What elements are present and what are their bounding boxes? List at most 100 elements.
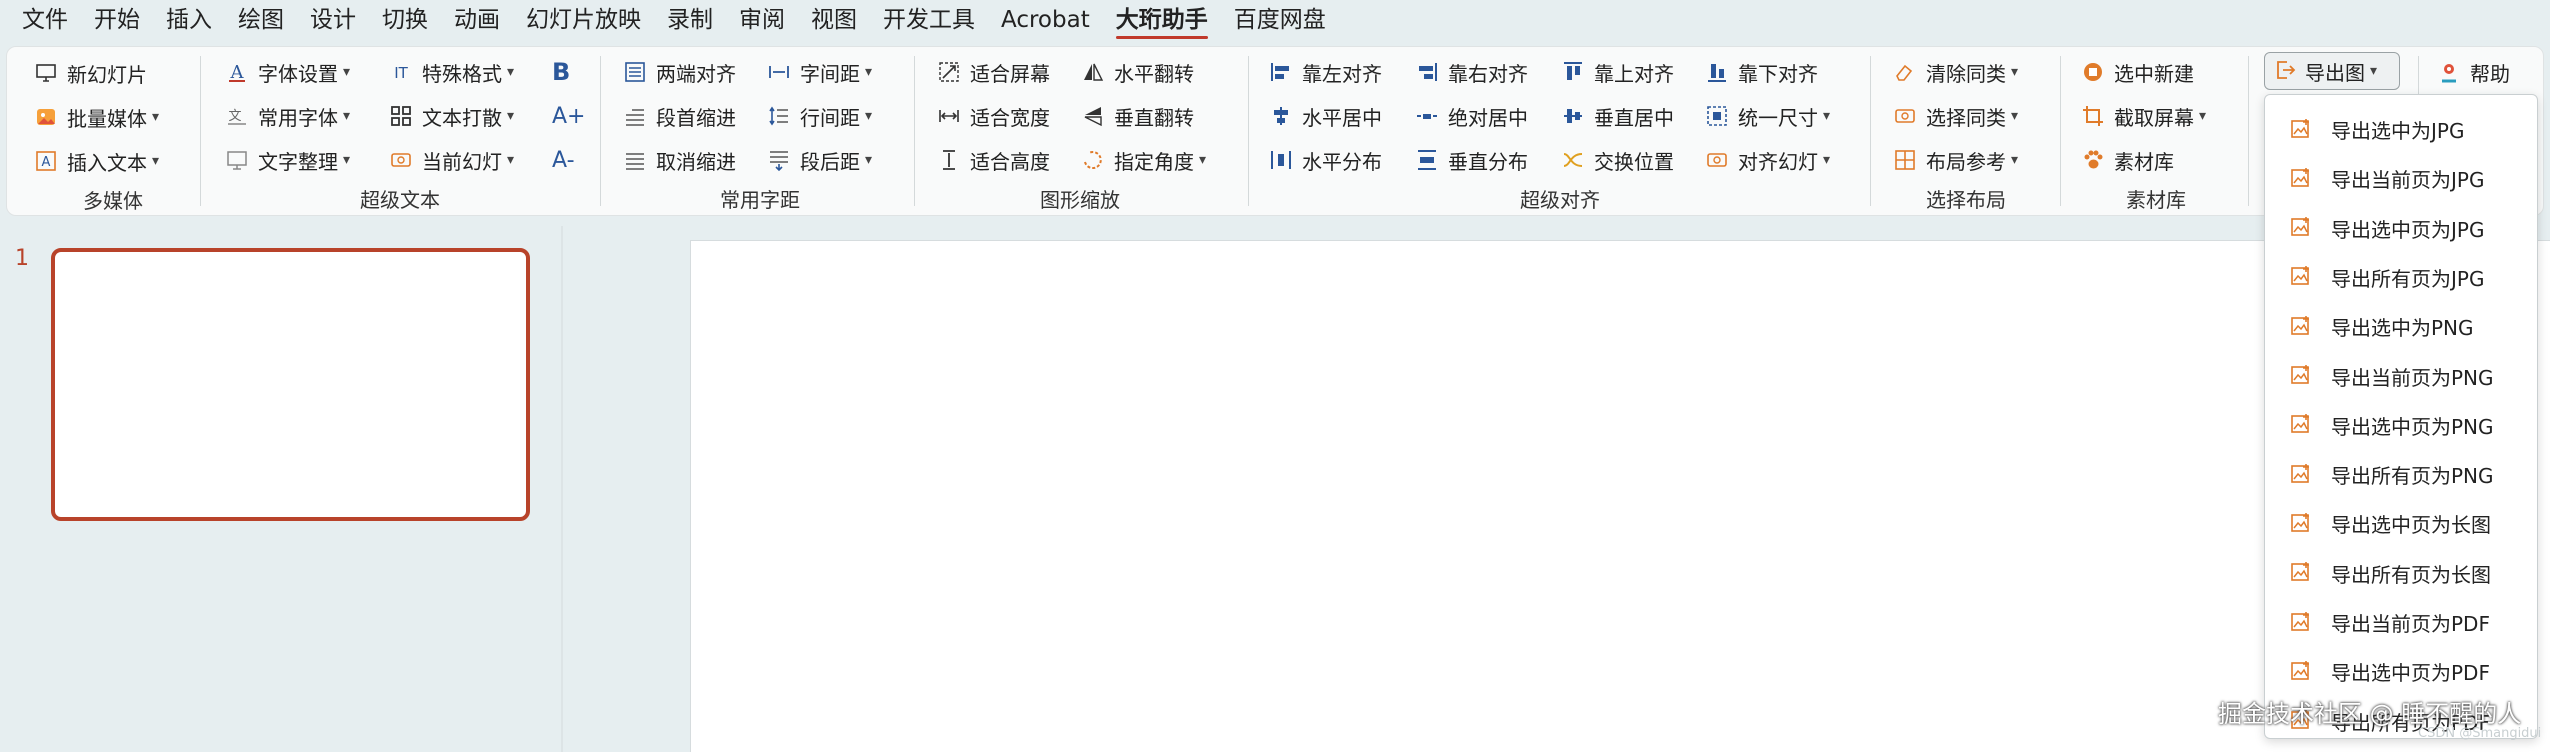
char-spacing-button[interactable]: 字间距 ▾ [766, 56, 872, 88]
center-vertical-button[interactable]: 垂直居中 [1560, 100, 1674, 132]
menu-item[interactable]: 视图 [811, 0, 857, 40]
same-size-button[interactable]: 统一尺寸 ▾ [1704, 100, 1830, 132]
align-left-button[interactable]: 靠左对齐 [1268, 56, 1382, 88]
chevron-down-icon: ▾ [507, 152, 515, 168]
pane-divider[interactable] [561, 226, 563, 752]
current-slide-button[interactable]: 当前幻灯 ▾ [388, 144, 514, 176]
watermark-small: CSDN @Smangidui [2418, 726, 2542, 741]
align-bottom-button[interactable]: 靠下对齐 [1704, 56, 1818, 88]
new-doc-icon [2080, 59, 2106, 85]
chevron-down-icon: ▾ [343, 152, 351, 168]
distribute-horizontal-button[interactable]: 水平分布 [1268, 144, 1382, 176]
common-fonts-button[interactable]: 文 常用字体 ▾ [224, 100, 350, 132]
export-menu-item[interactable]: 导出选中为PNG [2265, 302, 2537, 351]
export-image-icon [2289, 166, 2315, 192]
new-from-selection-button[interactable]: 选中新建 [2080, 56, 2194, 88]
export-menu-item[interactable]: 导出选中页为PNG [2265, 401, 2537, 450]
screenshot-button[interactable]: 截取屏幕 ▾ [2080, 100, 2206, 132]
absolute-center-button[interactable]: 绝对居中 [1414, 100, 1528, 132]
align-right-button[interactable]: 靠右对齐 [1414, 56, 1528, 88]
image-icon [33, 104, 59, 130]
monitor-icon [33, 60, 59, 86]
new-slide-button[interactable]: 新幻灯片 [33, 57, 147, 89]
export-menu-item[interactable]: 导出当前页为JPG [2265, 154, 2537, 203]
menu-item[interactable]: 开始 [94, 0, 140, 40]
menu-item[interactable]: 百度网盘 [1234, 0, 1326, 40]
menu-item[interactable]: 幻灯片放映 [526, 0, 641, 40]
chevron-down-icon: ▾ [507, 64, 515, 80]
export-menu-item[interactable]: 导出所有页为JPG [2265, 253, 2537, 302]
grow-font-button[interactable]: A+ [552, 100, 585, 132]
export-menu-item[interactable]: 导出所有页为PNG [2265, 450, 2537, 499]
menu-item[interactable]: 开发工具 [883, 0, 975, 40]
fit-screen-icon [936, 59, 962, 85]
align-top-button[interactable]: 靠上对齐 [1560, 56, 1674, 88]
cancel-indent-button[interactable]: 取消缩进 [622, 144, 736, 176]
export-menu-item[interactable]: 导出选中为JPG [2265, 105, 2537, 154]
fit-width-button[interactable]: 适合宽度 [936, 100, 1050, 132]
material-library-button[interactable]: 素材库 [2080, 144, 2174, 176]
menu-item[interactable]: 录制 [667, 0, 713, 40]
bold-icon: B [552, 58, 571, 86]
svg-text:A: A [42, 155, 51, 170]
fit-screen-button[interactable]: 适合屏幕 [936, 56, 1050, 88]
flip-vertical-label: 垂直翻转 [1114, 105, 1194, 130]
bold-button[interactable]: B [552, 56, 570, 88]
center-horizontal-button[interactable]: 水平居中 [1268, 100, 1382, 132]
insert-text-button[interactable]: A 插入文本 ▾ [33, 145, 159, 177]
slide-thumbnail[interactable] [51, 248, 530, 521]
special-format-button[interactable]: IT 特殊格式 ▾ [388, 56, 514, 88]
menu-item[interactable]: 审阅 [739, 0, 785, 40]
ribbon-divider [2248, 56, 2249, 206]
first-indent-button[interactable]: 段首缩进 [622, 100, 736, 132]
angle-label: 指定角度 [1114, 149, 1194, 174]
para-after-button[interactable]: 段后距 ▾ [766, 144, 872, 176]
swap-position-button[interactable]: 交换位置 [1560, 144, 1674, 176]
batch-media-button[interactable]: 批量媒体 ▾ [33, 101, 159, 133]
align-slide-label: 对齐幻灯 [1738, 149, 1818, 174]
help-button[interactable]: 帮助 [2436, 56, 2510, 88]
menu-item[interactable]: Acrobat [1001, 0, 1090, 40]
distribute-vertical-icon [1414, 147, 1440, 173]
angle-button[interactable]: 指定角度 ▾ [1080, 144, 1206, 176]
export-icon [2273, 58, 2299, 84]
menu-item[interactable]: 插入 [166, 0, 212, 40]
justify-button[interactable]: 两端对齐 [622, 56, 736, 88]
export-menu-item[interactable]: 导出所有页为长图 [2265, 549, 2537, 598]
menu-item[interactable]: 设计 [310, 0, 356, 40]
export-menu-item[interactable]: 导出选中页为PDF [2265, 647, 2537, 696]
export-menu-item[interactable]: 导出当前页为PNG [2265, 352, 2537, 401]
clear-same-button[interactable]: 清除同类 ▾ [1892, 56, 2018, 88]
flip-vertical-button[interactable]: 垂直翻转 [1080, 100, 1194, 132]
layout-reference-button[interactable]: 布局参考 ▾ [1892, 144, 2018, 176]
clear-same-label: 清除同类 [1926, 61, 2006, 86]
fit-height-button[interactable]: 适合高度 [936, 144, 1050, 176]
scatter-icon [388, 103, 414, 129]
select-same-icon [1892, 103, 1918, 129]
menu-item[interactable]: 绘图 [238, 0, 284, 40]
export-image-icon [2289, 363, 2315, 389]
font-settings-button[interactable]: A 字体设置 ▾ [224, 56, 350, 88]
layout-reference-label: 布局参考 [1926, 149, 2006, 174]
text-scatter-button[interactable]: 文本打散 ▾ [388, 100, 514, 132]
distribute-horizontal-label: 水平分布 [1302, 149, 1382, 174]
menu-item[interactable]: 文件 [22, 0, 68, 40]
flip-horizontal-button[interactable]: 水平翻转 [1080, 56, 1194, 88]
para-after-label: 段后距 [800, 149, 860, 174]
distribute-vertical-button[interactable]: 垂直分布 [1414, 144, 1528, 176]
select-same-button[interactable]: 选择同类 ▾ [1892, 100, 2018, 132]
export-menu-item-label: 导出所有页为PNG [2331, 464, 2494, 489]
export-image-button[interactable]: 导出图 ▾ [2264, 52, 2400, 90]
menu-item[interactable]: 动画 [454, 0, 500, 40]
align-top-label: 靠上对齐 [1594, 61, 1674, 86]
align-slide-button[interactable]: 对齐幻灯 ▾ [1704, 144, 1830, 176]
export-menu-item[interactable]: 导出选中页为JPG [2265, 204, 2537, 253]
menu-item[interactable]: 大珩助手 [1115, 0, 1208, 40]
shrink-font-button[interactable]: A- [552, 144, 575, 176]
text-organize-button[interactable]: 文字整理 ▾ [224, 144, 350, 176]
export-menu-item[interactable]: 导出当前页为PDF [2265, 598, 2537, 647]
menu-item[interactable]: 切换 [382, 0, 428, 40]
export-menu-item[interactable]: 导出选中页为长图 [2265, 499, 2537, 548]
group-label-multimedia: 多媒体 [83, 189, 143, 213]
line-spacing-button[interactable]: 行间距 ▾ [766, 100, 872, 132]
